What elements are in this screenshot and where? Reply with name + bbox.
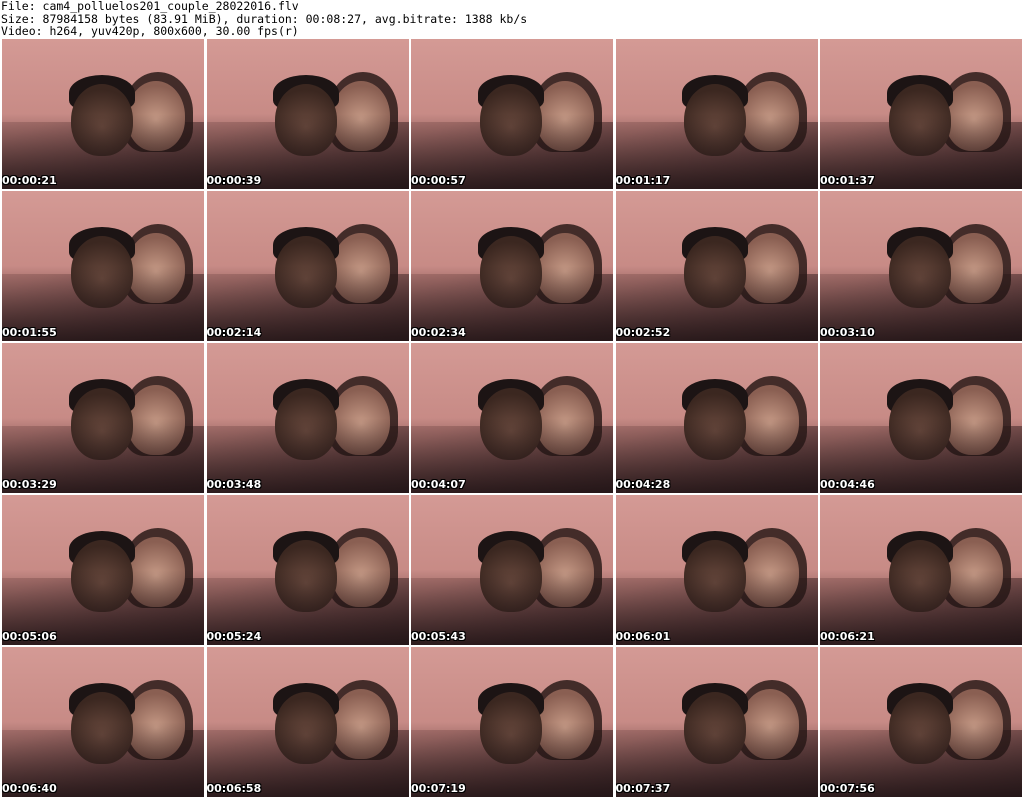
timestamp-label: 00:03:48 (206, 478, 262, 491)
video-thumbnail: 00:05:06 (2, 495, 204, 645)
timestamp-label: 00:00:21 (2, 174, 57, 187)
video-thumbnail: 00:04:28 (615, 343, 818, 493)
timestamp-label: 00:01:37 (820, 174, 875, 187)
video-thumbnail: 00:07:19 (411, 647, 613, 797)
timestamp-label: 00:02:14 (206, 326, 262, 339)
video-thumbnail: 00:06:40 (2, 647, 204, 797)
video-info-line: Video: h264, yuv420p, 800x600, 30.00 fps… (1, 24, 299, 38)
timestamp-label: 00:04:07 (411, 478, 466, 491)
video-thumbnail: 00:06:21 (820, 495, 1022, 645)
timestamp-label: 00:01:17 (615, 174, 671, 187)
timestamp-label: 00:07:19 (411, 782, 466, 795)
video-thumbnail: 00:01:37 (820, 39, 1022, 189)
timestamp-label: 00:07:56 (820, 782, 875, 795)
timestamp-label: 00:03:10 (820, 326, 875, 339)
video-thumbnail: 00:00:57 (411, 39, 613, 189)
timestamp-label: 00:06:21 (820, 630, 875, 643)
timestamp-label: 00:00:39 (206, 174, 262, 187)
video-thumbnail: 00:03:48 (206, 343, 409, 493)
video-thumbnail: 00:00:39 (206, 39, 409, 189)
video-thumbnail: 00:05:24 (206, 495, 409, 645)
video-thumbnail: 00:07:56 (820, 647, 1022, 797)
video-thumbnail: 00:07:37 (615, 647, 818, 797)
timestamp-label: 00:06:01 (615, 630, 671, 643)
thumbnail-grid: 00:00:21 00:00:39 00:00:57 00:01:17 00:01:37… (2, 39, 1022, 799)
timestamp-label: 00:03:29 (2, 478, 57, 491)
video-thumbnail: 00:04:46 (820, 343, 1022, 493)
file-name-line: File: cam4_polluelos201_couple_28022016.… (1, 0, 299, 13)
video-thumbnail: 00:02:52 (615, 191, 818, 341)
video-thumbnail: 00:03:10 (820, 191, 1022, 341)
timestamp-label: 00:04:46 (820, 478, 875, 491)
timestamp-label: 00:04:28 (615, 478, 671, 491)
file-info-header: File: cam4_polluelos201_couple_28022016.… (1, 0, 1021, 38)
video-thumbnail: 00:05:43 (411, 495, 613, 645)
timestamp-label: 00:05:43 (411, 630, 466, 643)
video-thumbnail: 00:06:58 (206, 647, 409, 797)
video-thumbnail: 00:01:55 (2, 191, 204, 341)
timestamp-label: 00:06:58 (206, 782, 262, 795)
video-thumbnail: 00:01:17 (615, 39, 818, 189)
video-thumbnail: 00:03:29 (2, 343, 204, 493)
timestamp-label: 00:01:55 (2, 326, 57, 339)
video-thumbnail: 00:02:34 (411, 191, 613, 341)
video-thumbnail: 00:02:14 (206, 191, 409, 341)
timestamp-label: 00:02:34 (411, 326, 466, 339)
timestamp-label: 00:07:37 (615, 782, 671, 795)
timestamp-label: 00:05:06 (2, 630, 57, 643)
timestamp-label: 00:06:40 (2, 782, 57, 795)
video-thumbnail: 00:04:07 (411, 343, 613, 493)
timestamp-label: 00:02:52 (615, 326, 671, 339)
timestamp-label: 00:05:24 (206, 630, 262, 643)
timestamp-label: 00:00:57 (411, 174, 466, 187)
video-thumbnail: 00:06:01 (615, 495, 818, 645)
video-thumbnail: 00:00:21 (2, 39, 204, 189)
